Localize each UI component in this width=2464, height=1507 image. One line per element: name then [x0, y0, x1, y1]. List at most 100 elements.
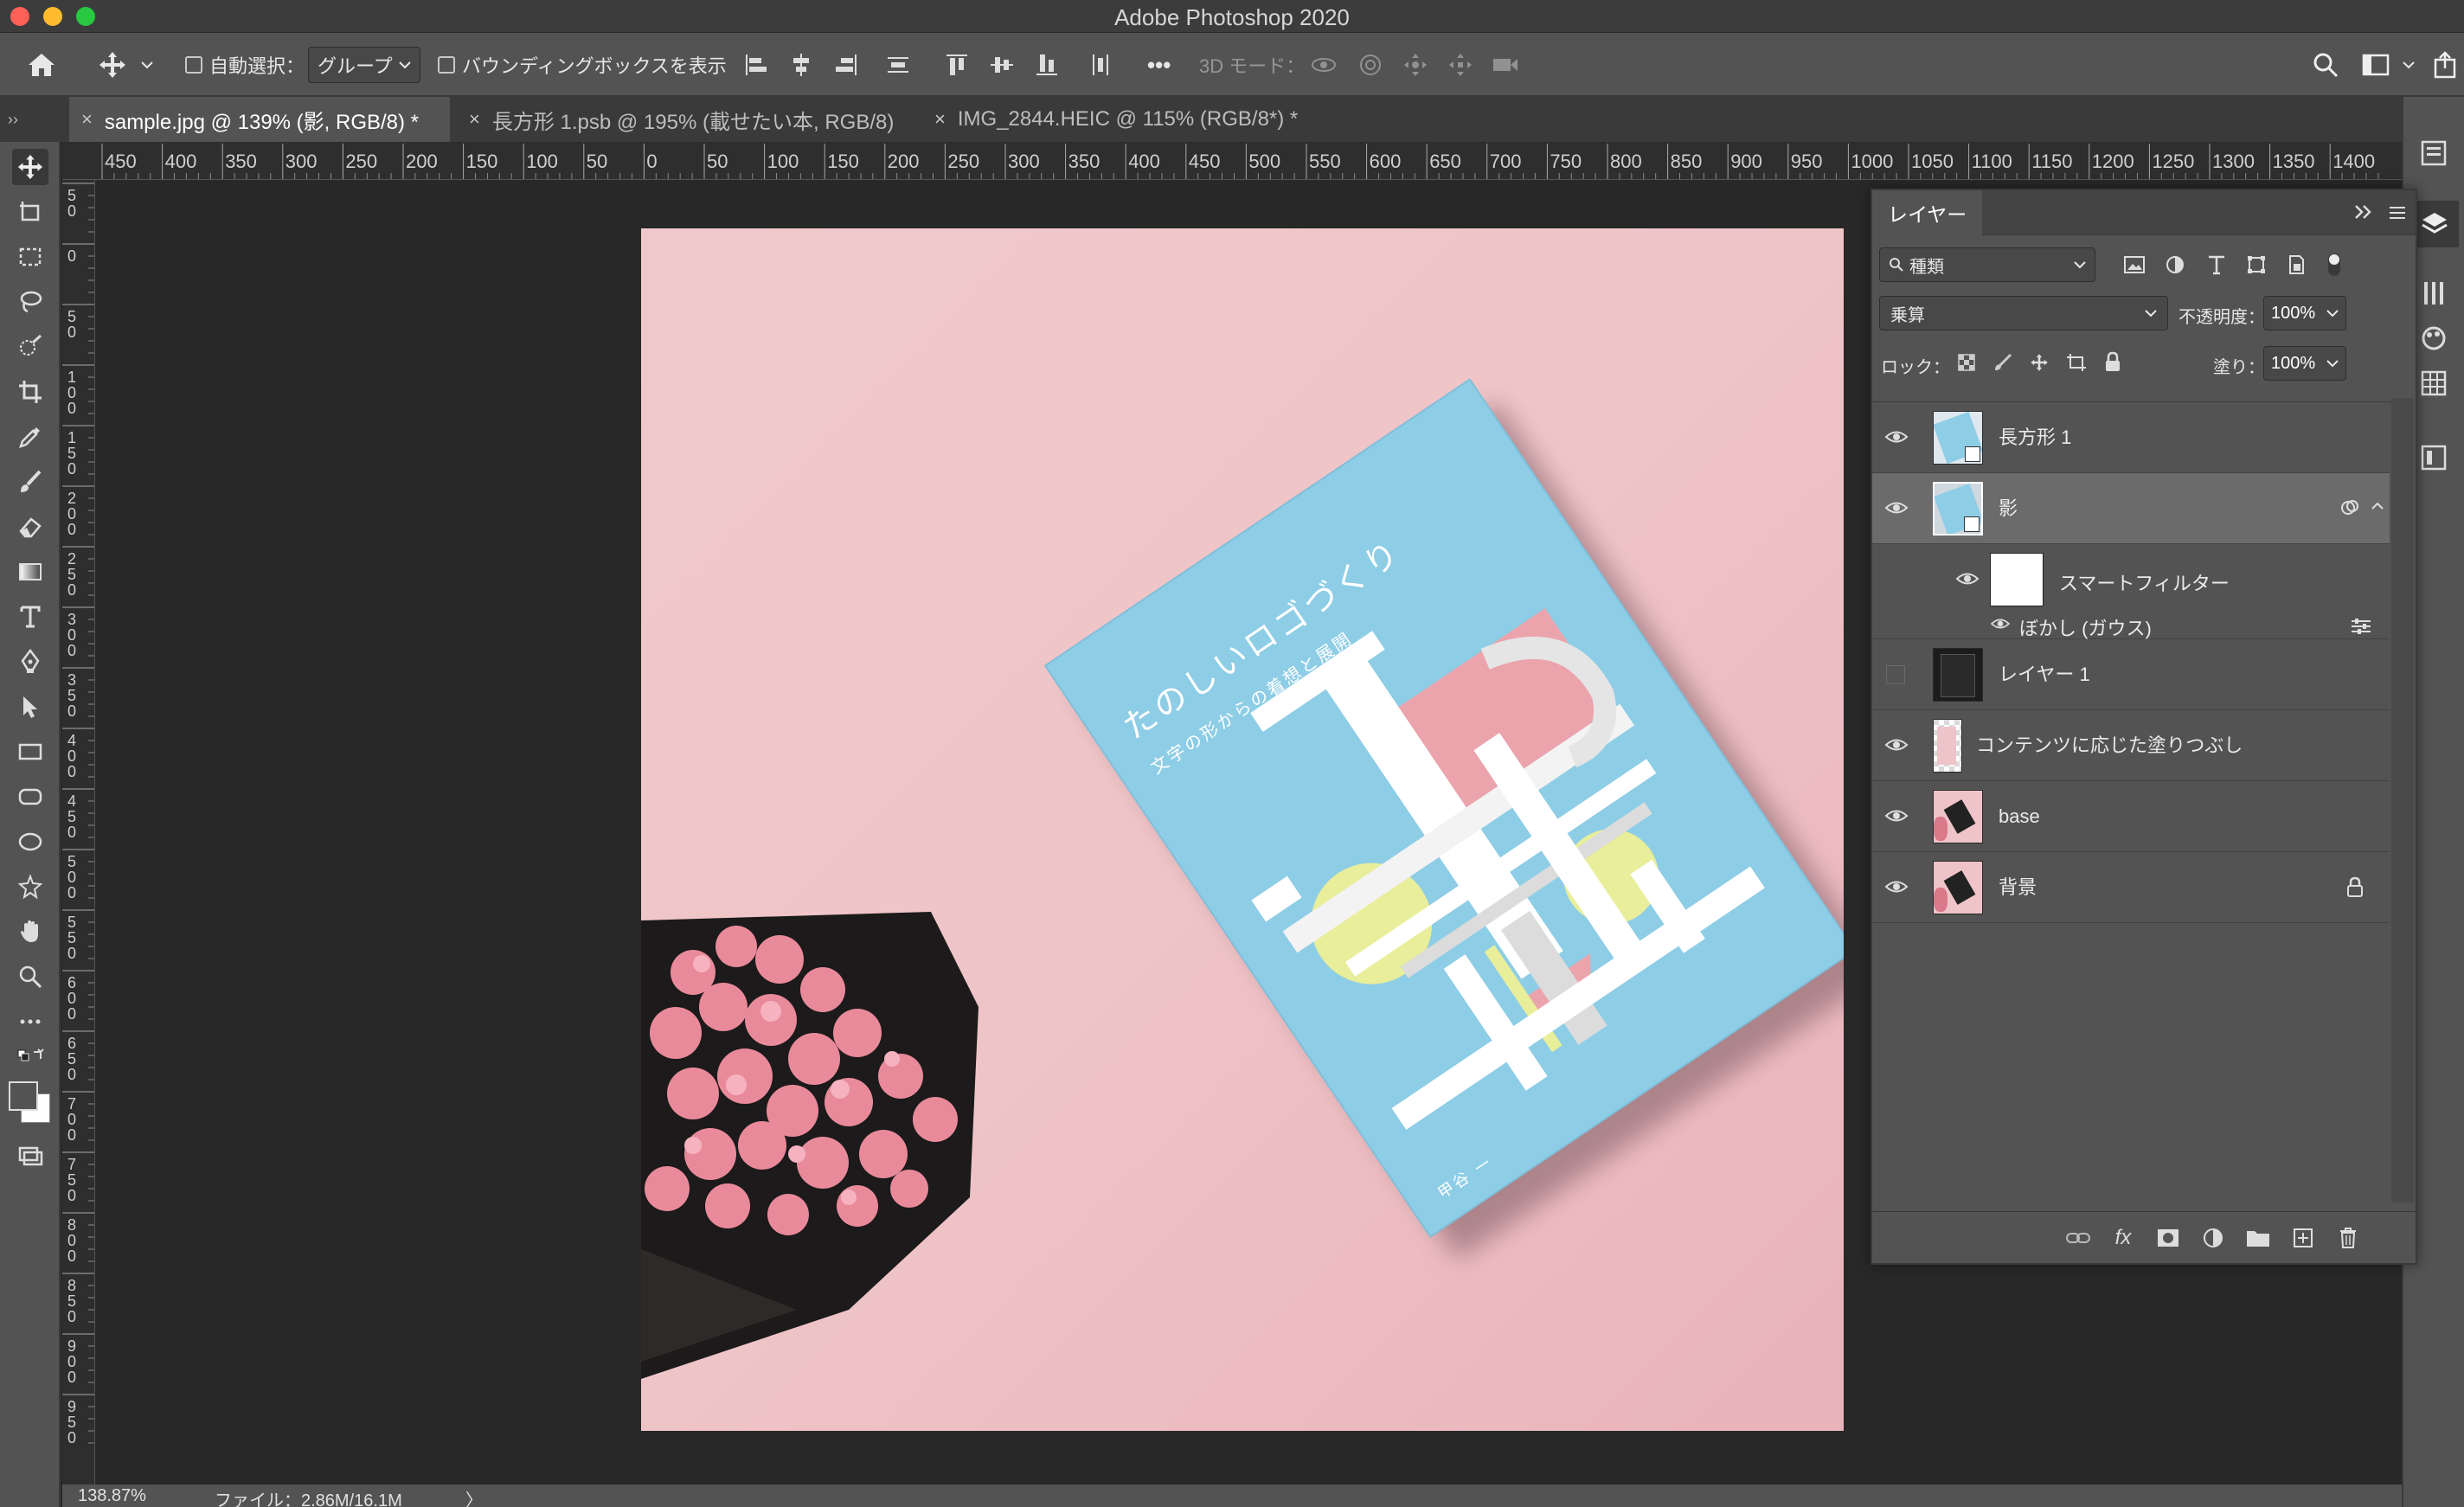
- smart-filter-mask-thumbnail[interactable]: [1990, 553, 2044, 606]
- color-swatches[interactable]: [9, 1081, 54, 1126]
- auto-select-checkbox[interactable]: [185, 56, 202, 74]
- share-icon[interactable]: [2431, 49, 2462, 80]
- status-menu-arrow[interactable]: 〉: [465, 1486, 483, 1507]
- color-panel-icon[interactable]: [2419, 324, 2448, 353]
- home-icon[interactable]: [26, 49, 57, 80]
- screen-mode-icon[interactable]: [12, 1137, 48, 1173]
- hand-tool-icon[interactable]: [12, 914, 48, 950]
- ellipse-tool-icon[interactable]: [12, 824, 48, 860]
- search-icon[interactable]: [2310, 49, 2341, 80]
- lock-all-icon[interactable]: [2104, 351, 2121, 372]
- eye-icon[interactable]: [1884, 805, 1909, 826]
- layer-row[interactable]: コンテンツに応じた塗りつぶし: [1872, 710, 2390, 781]
- tab-layers[interactable]: レイヤー: [1872, 190, 1983, 235]
- tab-img-heic[interactable]: × IMG_2844.HEIC @ 115% (RGB/8*) *: [922, 97, 1355, 142]
- distribute-horizontal-icon[interactable]: [882, 49, 914, 80]
- align-right-icon[interactable]: [831, 49, 862, 80]
- eye-icon[interactable]: [1884, 734, 1909, 755]
- adjustments-panel-icon[interactable]: [2419, 279, 2448, 308]
- smart-filter-row[interactable]: スマートフィルター ぼかし (ガウス): [1872, 544, 2390, 639]
- align-left-icon[interactable]: [741, 49, 772, 80]
- orbit-3d-icon[interactable]: [1308, 49, 1339, 80]
- layer-filter-dropdown[interactable]: 種類: [1879, 247, 2095, 282]
- lock-position-icon[interactable]: [2030, 353, 2049, 372]
- layers-scrollbar[interactable]: [2391, 398, 2414, 1202]
- tab-sample-jpg[interactable]: × sample.jpg @ 139% (影, RGB/8) *: [69, 97, 450, 142]
- close-tab-button[interactable]: ×: [469, 108, 480, 131]
- move-tool-icon[interactable]: [97, 49, 128, 80]
- expand-effects-icon[interactable]: [2371, 501, 2384, 511]
- workspace-chevron-icon[interactable]: [2400, 49, 2417, 80]
- eye-icon[interactable]: [1990, 615, 2011, 632]
- move-tool-icon[interactable]: [12, 149, 48, 185]
- chevron-down-icon[interactable]: [2326, 309, 2339, 317]
- quick-selection-tool-icon[interactable]: [12, 329, 48, 365]
- slide-3d-icon[interactable]: [1445, 49, 1476, 80]
- gaussian-blur-label[interactable]: ぼかし (ガウス): [2019, 613, 2152, 641]
- type-tool-icon[interactable]: [12, 599, 48, 635]
- add-mask-icon[interactable]: [2154, 1224, 2182, 1252]
- foreground-color-swatch[interactable]: [9, 1081, 38, 1111]
- lock-transparent-pixels-icon[interactable]: [1957, 353, 1976, 372]
- eye-icon[interactable]: [1955, 568, 1980, 589]
- align-top-icon[interactable]: [941, 49, 972, 80]
- layer-row[interactable]: base: [1872, 781, 2390, 852]
- align-bottom-icon[interactable]: [1031, 49, 1062, 80]
- filter-adjustment-icon[interactable]: [2165, 254, 2185, 275]
- link-layers-icon[interactable]: [2064, 1224, 2092, 1252]
- swap-colors-icon[interactable]: [12, 1042, 48, 1078]
- lock-image-pixels-icon[interactable]: [1993, 353, 2012, 372]
- smart-filter-indicator-icon[interactable]: [2339, 497, 2360, 518]
- layer-name[interactable]: 長方形 1: [1999, 402, 2071, 473]
- artboard-tool-icon[interactable]: [12, 194, 48, 230]
- fill-input[interactable]: 100%: [2263, 346, 2346, 381]
- eye-icon[interactable]: [1884, 497, 1909, 518]
- auto-select-target-dropdown[interactable]: グループ: [308, 47, 420, 83]
- workspace-icon[interactable]: [2360, 49, 2391, 80]
- rounded-rectangle-tool-icon[interactable]: [12, 779, 48, 815]
- pan-3d-icon[interactable]: [1400, 49, 1431, 80]
- chevron-down-icon[interactable]: [2326, 359, 2339, 368]
- layer-row[interactable]: レイヤー 1: [1872, 639, 2390, 710]
- layer-name[interactable]: 影: [1999, 473, 2018, 544]
- layers-panel-icon[interactable]: [2410, 201, 2459, 247]
- path-selection-tool-icon[interactable]: [12, 689, 48, 725]
- filter-toggle-icon[interactable]: [2327, 253, 2341, 277]
- properties-panel-icon[interactable]: [2419, 138, 2448, 168]
- custom-shape-tool-icon[interactable]: [12, 869, 48, 905]
- panel-menu-icon[interactable]: [2388, 204, 2407, 221]
- visibility-toggle-off[interactable]: [1886, 665, 1905, 684]
- layer-row[interactable]: 背景: [1872, 852, 2390, 923]
- lasso-tool-icon[interactable]: [12, 284, 48, 320]
- delete-layer-icon[interactable]: [2334, 1224, 2362, 1252]
- filter-shape-icon[interactable]: [2246, 254, 2267, 275]
- smart-filter-label[interactable]: スマートフィルター: [2059, 568, 2230, 596]
- layer-row[interactable]: 長方形 1: [1872, 402, 2390, 473]
- bounding-box-checkbox[interactable]: [438, 56, 455, 74]
- video-camera-icon[interactable]: [1490, 49, 1521, 80]
- distribute-vertical-icon[interactable]: [1085, 49, 1116, 80]
- align-vertical-center-icon[interactable]: [986, 49, 1017, 80]
- filter-smart-object-icon[interactable]: [2286, 254, 2307, 275]
- document-canvas[interactable]: たのしいロゴづくり 文字の形からの着想と展開 甲谷 一: [641, 228, 1844, 1431]
- panel-collapse-toggle[interactable]: ››: [0, 97, 26, 142]
- more-options-button[interactable]: •••: [1147, 52, 1171, 79]
- libraries-panel-icon[interactable]: [2419, 443, 2448, 472]
- eraser-tool-icon[interactable]: [12, 509, 48, 545]
- layer-name[interactable]: コンテンツに応じた塗りつぶし: [1976, 710, 2243, 781]
- fx-button[interactable]: fx: [2109, 1224, 2137, 1252]
- lock-icon[interactable]: [2346, 876, 2364, 897]
- crop-tool-icon[interactable]: [12, 374, 48, 410]
- layer-row-selected[interactable]: 影: [1872, 473, 2390, 544]
- rectangle-tool-icon[interactable]: [12, 734, 48, 770]
- filter-pixel-icon[interactable]: [2123, 254, 2146, 275]
- lock-artboard-icon[interactable]: [2066, 353, 2087, 372]
- new-group-icon[interactable]: [2244, 1224, 2272, 1252]
- eyedropper-tool-icon[interactable]: [12, 419, 48, 455]
- close-tab-button[interactable]: ×: [81, 108, 93, 131]
- tab-rectangle-psb[interactable]: × 長方形 1.psb @ 195% (載せたい本, RGB/8): [457, 97, 915, 142]
- blend-mode-dropdown[interactable]: 乗算: [1879, 296, 2168, 330]
- gradient-tool-icon[interactable]: [12, 554, 48, 590]
- collapse-panel-icon[interactable]: [2353, 202, 2374, 221]
- brush-tool-icon[interactable]: [12, 464, 48, 500]
